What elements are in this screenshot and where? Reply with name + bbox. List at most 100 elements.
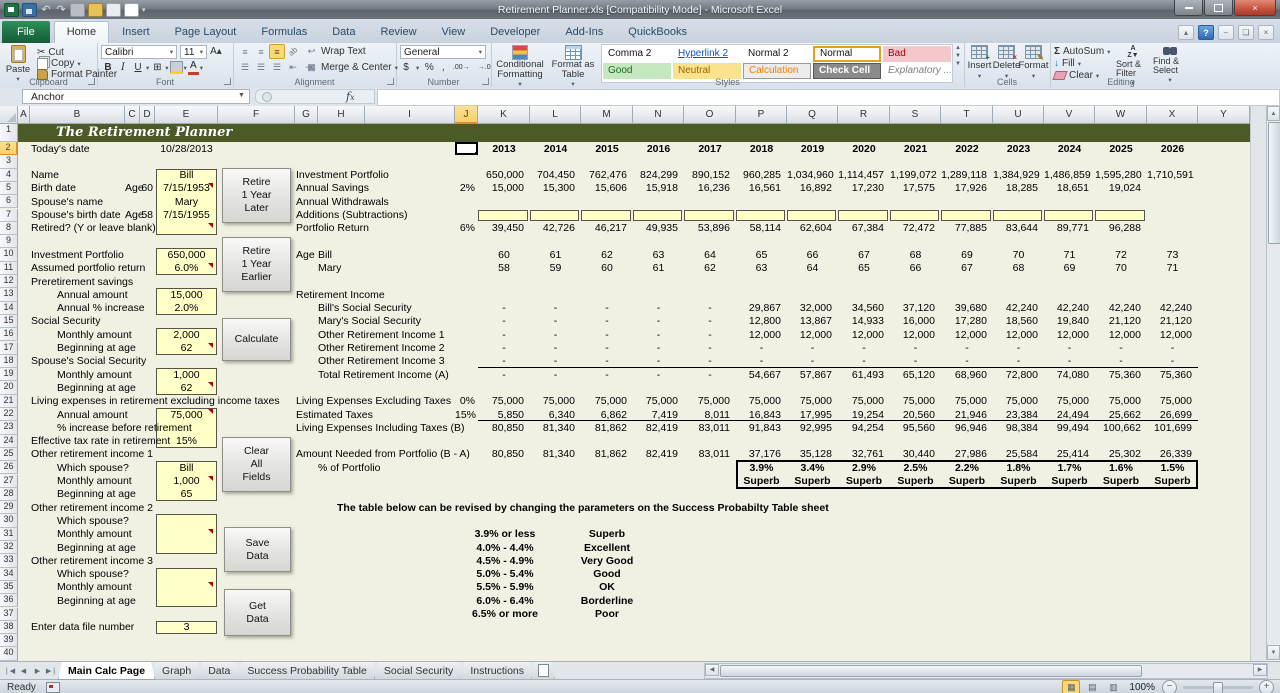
input-value[interactable]: 650,000: [156, 249, 217, 262]
success-rating[interactable]: OK: [552, 581, 662, 594]
row-header-30[interactable]: 30: [0, 514, 18, 527]
value-cell[interactable]: 65: [838, 262, 890, 275]
value-cell[interactable]: 63: [736, 262, 787, 275]
value-cell[interactable]: 63: [633, 249, 684, 262]
value-cell[interactable]: -: [530, 329, 581, 342]
value-cell[interactable]: 58: [478, 262, 530, 275]
value-cell[interactable]: 81,862: [581, 448, 627, 461]
row-label[interactable]: % increase before retirement: [57, 422, 267, 435]
value-cell[interactable]: -: [633, 329, 684, 342]
rate-cell[interactable]: 15%: [455, 409, 475, 422]
row-header-25[interactable]: 25: [0, 448, 18, 461]
year-header-2023[interactable]: 2023: [993, 143, 1044, 156]
value-cell[interactable]: 42,240: [1147, 302, 1192, 315]
column-header-Y[interactable]: Y: [1198, 106, 1250, 124]
row-label[interactable]: Annual Savings: [296, 182, 471, 195]
row-header-10[interactable]: 10: [0, 248, 18, 261]
prev-sheet-icon[interactable]: ◀: [17, 665, 30, 678]
value-cell[interactable]: -: [736, 342, 787, 355]
column-header-T[interactable]: T: [941, 106, 993, 124]
row-header-20[interactable]: 20: [0, 381, 18, 394]
value-cell[interactable]: 42,240: [1095, 302, 1141, 315]
row-header-40[interactable]: 40: [0, 647, 18, 660]
value-cell[interactable]: 64: [684, 249, 736, 262]
row-header-8[interactable]: 8: [0, 222, 18, 235]
row-header-31[interactable]: 31: [0, 528, 18, 541]
value-cell[interactable]: -: [530, 315, 581, 328]
scroll-right-icon[interactable]: ▶: [1253, 664, 1267, 676]
value-cell[interactable]: 16,561: [736, 182, 781, 195]
row-label[interactable]: Total Retirement Income (A): [318, 369, 493, 382]
value-cell[interactable]: 61: [530, 249, 581, 262]
zoom-slider-thumb[interactable]: [1213, 682, 1223, 693]
age-value[interactable]: 58: [131, 209, 153, 222]
row-header-18[interactable]: 18: [0, 355, 18, 368]
row-label[interactable]: Portfolio Return: [296, 222, 471, 235]
value-cell[interactable]: 29,867: [736, 302, 781, 315]
value-cell[interactable]: 19,840: [1044, 315, 1089, 328]
horizontal-scrollbar[interactable]: ◀ ▶: [704, 663, 1268, 679]
value-cell[interactable]: 39,450: [478, 222, 524, 235]
sheet-tab-graph[interactable]: Graph: [152, 662, 201, 680]
input-value[interactable]: 1,000: [156, 369, 217, 382]
row-header-13[interactable]: 13: [0, 288, 18, 301]
value-cell[interactable]: 17,575: [890, 182, 935, 195]
value-cell[interactable]: 68,960: [941, 369, 987, 382]
year-header-2018[interactable]: 2018: [736, 143, 787, 156]
value-cell[interactable]: 12,000: [890, 329, 935, 342]
row-header-26[interactable]: 26: [0, 461, 18, 474]
value-cell[interactable]: -: [787, 342, 838, 355]
addition-input-cell[interactable]: [478, 210, 528, 222]
row-header-19[interactable]: 19: [0, 368, 18, 381]
row-header-35[interactable]: 35: [0, 581, 18, 594]
year-header-2015[interactable]: 2015: [581, 143, 633, 156]
value-cell[interactable]: 82,419: [633, 422, 678, 435]
value-cell[interactable]: 70: [1095, 262, 1147, 275]
row-header-16[interactable]: 16: [0, 328, 18, 341]
value-cell[interactable]: 81,340: [530, 448, 575, 461]
value-cell[interactable]: 1,289,118: [941, 169, 987, 182]
value-cell[interactable]: 67,384: [838, 222, 884, 235]
success-range[interactable]: 4.0% - 4.4%: [445, 542, 565, 555]
value-cell[interactable]: 60: [478, 249, 530, 262]
success-rating[interactable]: Good: [552, 568, 662, 581]
value-cell[interactable]: 15,606: [581, 182, 627, 195]
row-header-9[interactable]: 9: [0, 235, 18, 248]
value-cell[interactable]: 75,000: [736, 395, 781, 408]
value-cell[interactable]: 42,240: [1044, 302, 1089, 315]
value-cell[interactable]: 71: [1147, 262, 1198, 275]
column-header-A[interactable]: A: [18, 106, 30, 124]
value-cell[interactable]: 72,800: [993, 369, 1038, 382]
value-cell[interactable]: 762,476: [581, 169, 627, 182]
row-label[interactable]: Bill: [318, 249, 493, 262]
column-header-L[interactable]: L: [530, 106, 581, 124]
column-header-G[interactable]: G: [295, 106, 318, 124]
success-rating[interactable]: Very Good: [552, 555, 662, 568]
value-cell[interactable]: 75,000: [530, 395, 575, 408]
success-rating[interactable]: Superb: [552, 528, 662, 541]
first-sheet-icon[interactable]: ❘◀: [3, 665, 16, 678]
value-cell[interactable]: 42,726: [530, 222, 575, 235]
value-cell[interactable]: -: [838, 342, 890, 355]
value-cell[interactable]: 12,000: [941, 329, 987, 342]
macro-button-calculate[interactable]: Calculate: [222, 318, 291, 361]
value-cell[interactable]: -: [530, 342, 581, 355]
column-header-X[interactable]: X: [1147, 106, 1198, 124]
value-cell[interactable]: 1,034,960: [787, 169, 832, 182]
year-header-2017[interactable]: 2017: [684, 143, 736, 156]
year-header-2022[interactable]: 2022: [941, 143, 993, 156]
value-cell[interactable]: 58,114: [736, 222, 781, 235]
value-cell[interactable]: -: [581, 369, 633, 382]
row-header-29[interactable]: 29: [0, 501, 18, 514]
scroll-down-icon[interactable]: ▼: [1267, 645, 1280, 660]
value-cell[interactable]: 67: [941, 262, 993, 275]
addition-input-cell[interactable]: [684, 210, 734, 222]
value-cell[interactable]: 77,885: [941, 222, 987, 235]
value-cell[interactable]: 1,199,072: [890, 169, 935, 182]
value-cell[interactable]: 82,419: [633, 448, 678, 461]
value-cell[interactable]: -: [581, 342, 633, 355]
value-cell[interactable]: 16,892: [787, 182, 832, 195]
vertical-scroll-thumb[interactable]: [1268, 122, 1280, 244]
last-sheet-icon[interactable]: ▶❘: [45, 665, 58, 678]
value-cell[interactable]: 62: [684, 262, 736, 275]
